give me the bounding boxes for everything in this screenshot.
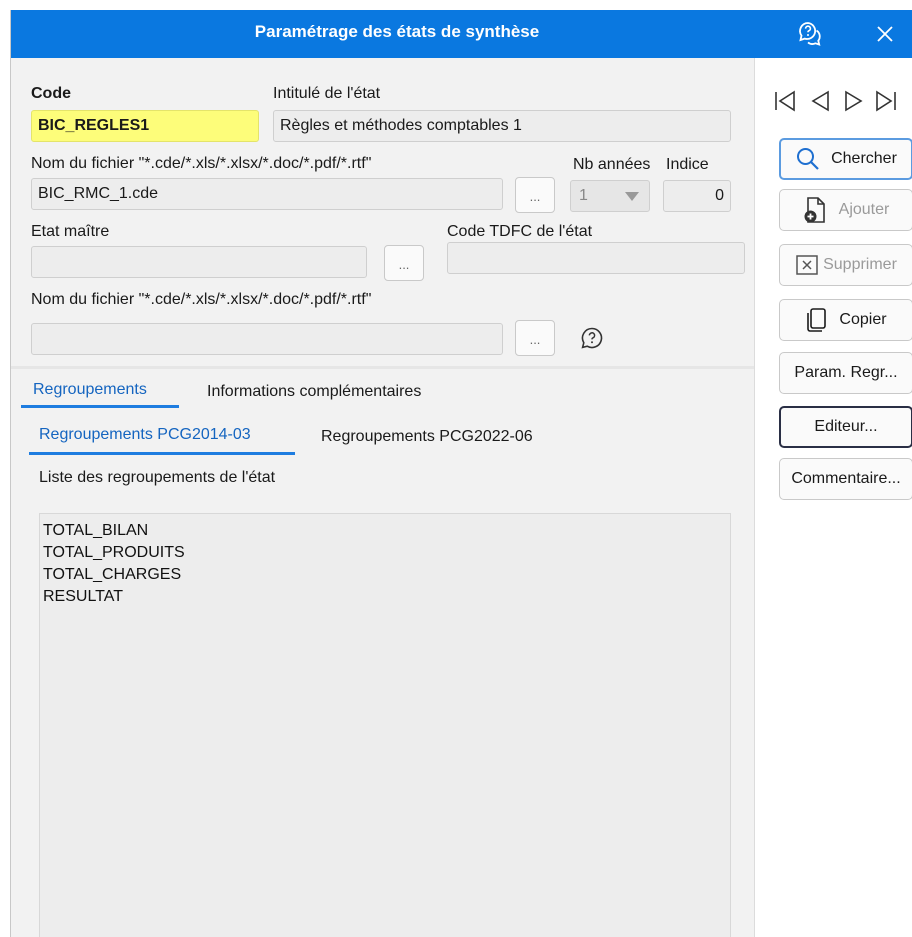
action-sidebar: Chercher Ajouter Supprimer Copier Param.… xyxy=(755,58,912,937)
section-divider xyxy=(11,366,754,369)
list-item[interactable]: TOTAL_PRODUITS xyxy=(43,542,727,564)
file2-browse-button[interactable]: ... xyxy=(515,320,555,356)
first-record-icon[interactable] xyxy=(773,89,797,113)
list-item[interactable]: RESULTAT xyxy=(43,586,727,608)
tab-regroupements[interactable]: Regroupements xyxy=(33,381,147,399)
ajouter-button[interactable]: Ajouter xyxy=(779,189,912,231)
window-title: Paramétrage des états de synthèse xyxy=(254,22,540,41)
etat-maitre-browse-button[interactable]: ... xyxy=(384,245,424,281)
nb-annees-label: Nb années xyxy=(573,156,651,173)
delete-icon xyxy=(795,254,819,276)
commentaire-button[interactable]: Commentaire... xyxy=(779,458,912,500)
intitule-label: Intitulé de l'état xyxy=(273,85,381,102)
list-item[interactable]: TOTAL_CHARGES xyxy=(43,564,727,586)
search-icon xyxy=(795,146,821,172)
add-document-icon xyxy=(803,196,829,224)
param-regr-button[interactable]: Param. Regr... xyxy=(779,352,912,394)
chevron-down-icon xyxy=(625,192,639,201)
tdfc-field[interactable] xyxy=(447,242,745,274)
indice-label: Indice xyxy=(666,156,709,173)
chercher-button[interactable]: Chercher xyxy=(779,138,912,180)
code-label: Code xyxy=(31,85,71,102)
nb-annees-value: 1 xyxy=(579,187,588,204)
file-browse-button[interactable]: ... xyxy=(515,177,555,213)
previous-record-icon[interactable] xyxy=(808,89,832,113)
tdfc-label: Code TDFC de l'état xyxy=(447,223,593,240)
file2-label: Nom du fichier "*.cde/*.xls/*.xlsx/*.doc… xyxy=(31,291,372,308)
copy-icon xyxy=(805,307,829,333)
etat-maitre-field[interactable] xyxy=(31,246,367,278)
editeur-button[interactable]: Editeur... xyxy=(779,406,912,448)
tab-pcg2014-underline xyxy=(29,452,295,455)
tab-pcg2014[interactable]: Regroupements PCG2014-03 xyxy=(39,426,251,444)
list-item[interactable]: TOTAL_BILAN xyxy=(43,520,727,542)
file-field[interactable]: BIC_RMC_1.cde xyxy=(31,178,503,210)
file-label: Nom du fichier "*.cde/*.xls/*.xlsx/*.doc… xyxy=(31,155,372,172)
tab-informations[interactable]: Informations complémentaires xyxy=(207,383,421,401)
last-record-icon[interactable] xyxy=(874,89,898,113)
next-record-icon[interactable] xyxy=(842,89,866,113)
indice-field[interactable]: 0 xyxy=(663,180,731,212)
intitule-field[interactable]: Règles et méthodes comptables 1 xyxy=(273,110,731,142)
tab-pcg2022[interactable]: Regroupements PCG2022-06 xyxy=(321,428,533,446)
tab-regroupements-underline xyxy=(21,405,179,408)
ajouter-label: Ajouter xyxy=(838,201,890,218)
close-icon[interactable] xyxy=(869,18,901,50)
main-panel: Code BIC_REGLES1 Intitulé de l'état Règl… xyxy=(11,58,755,937)
nb-annees-select[interactable]: 1 xyxy=(570,180,650,212)
supprimer-label: Supprimer xyxy=(823,256,897,273)
list-label: Liste des regroupements de l'état xyxy=(39,469,276,486)
file2-field[interactable] xyxy=(31,323,503,355)
copier-label: Copier xyxy=(839,311,887,328)
chercher-label: Chercher xyxy=(831,150,897,167)
dialog-window: Paramétrage des états de synthèse Code B… xyxy=(10,10,912,937)
supprimer-button[interactable]: Supprimer xyxy=(779,244,912,286)
help-icon[interactable] xyxy=(580,326,604,355)
help-chat-icon[interactable] xyxy=(795,18,827,50)
copier-button[interactable]: Copier xyxy=(779,299,912,341)
regroupements-list[interactable]: TOTAL_BILAN TOTAL_PRODUITS TOTAL_CHARGES… xyxy=(39,513,731,937)
code-field[interactable]: BIC_REGLES1 xyxy=(31,110,259,142)
etat-maitre-label: Etat maître xyxy=(31,223,110,240)
title-bar: Paramétrage des états de synthèse xyxy=(11,10,912,58)
